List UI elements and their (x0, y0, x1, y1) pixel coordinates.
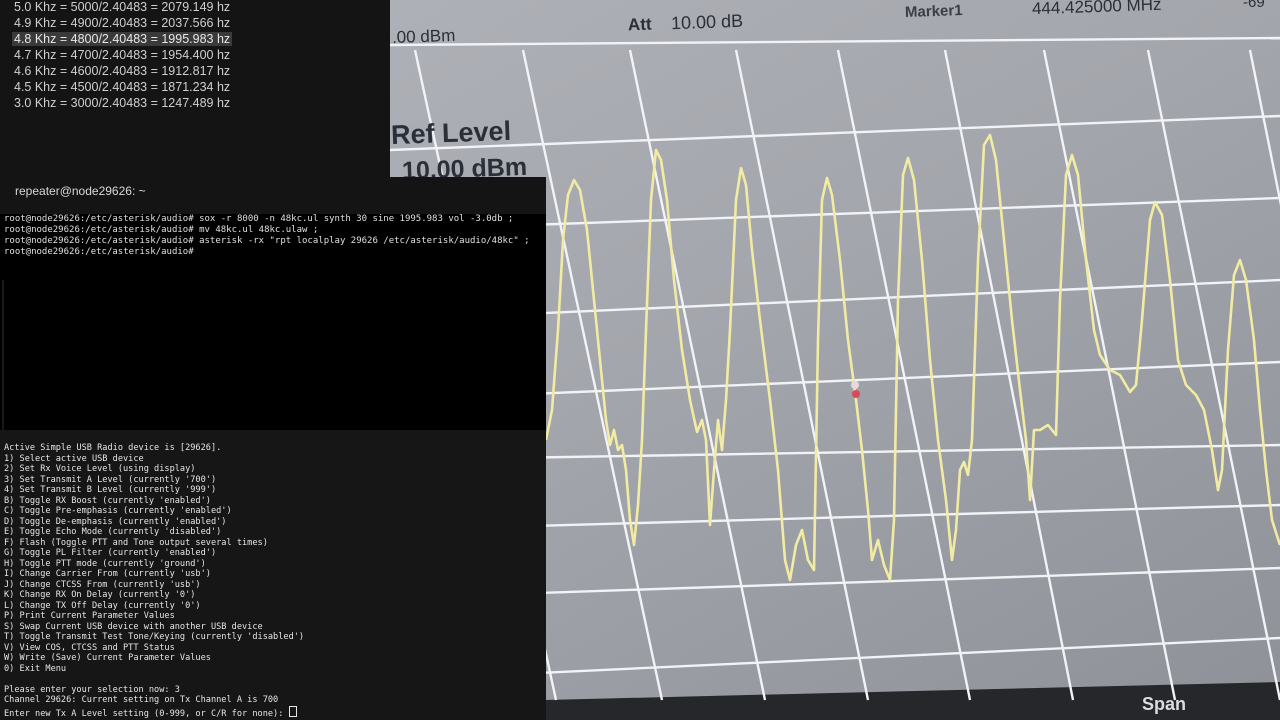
menu-item: W) Write (Save) Current Parameter Values (4, 653, 211, 663)
scope-top-left-value: .00 dBm (391, 25, 456, 48)
level-input-prompt: Enter new Tx A Level setting (0-999, or … (4, 708, 289, 719)
menu-item: 1) Select active USB device (4, 453, 144, 464)
freq-row: 3.0 Khz = 3000/2.40483 = 1247.489 hz (14, 96, 231, 110)
menu-item: 3) Set Transmit A Level (currently '700'… (4, 474, 217, 485)
scope-ref-level-label: Ref Level (390, 115, 512, 151)
channel-status: Channel 29626: Current setting on Tx Cha… (4, 695, 279, 705)
freq-row: 4.9 Khz = 4900/2.40483 = 2037.566 hz (14, 16, 231, 30)
menu-item: T) Toggle Transmit Test Tone/Keying (cur… (4, 632, 305, 642)
freq-row: 4.7 Khz = 4700/2.40483 = 1954.400 hz (14, 48, 231, 62)
menu-item: K) Change RX On Delay (currently '0') (4, 590, 196, 600)
terminal-title: repeater@node29626: ~ (15, 184, 146, 198)
freq-row: 4.6 Khz = 4600/2.40483 = 1912.817 hz (14, 64, 231, 78)
text-cursor[interactable] (288, 705, 297, 717)
scope-marker-label: Marker1 (904, 2, 963, 21)
menu-item: 0) Exit Menu (4, 663, 67, 674)
selection-prompt: Please enter your selection now: 3 (4, 684, 180, 695)
menu-item: L) Change TX Off Delay (currently '0') (4, 600, 201, 611)
menu-item: H) Toggle PTT mode (currently 'ground') (4, 558, 206, 569)
terminal-titlebar[interactable]: repeater@node29626: ~ (0, 177, 546, 214)
scope-att-label: Att (627, 14, 652, 35)
terminal-window[interactable]: repeater@node29626: ~ root@node29626:/et… (0, 177, 546, 430)
menu-item: V) View COS, CTCSS and PTT Status (4, 642, 175, 653)
menu-item: P) Print Current Parameter Values (4, 611, 175, 621)
menu-item: E) Toggle Echo Mode (currently 'disabled… (4, 527, 222, 537)
freq-row: 4.5 Khz = 4500/2.40483 = 1871.234 hz (14, 80, 231, 94)
terminal-prompt-line[interactable]: root@node29626:/etc/asterisk/audio# (4, 247, 199, 257)
frequency-table-panel: 5.0 Khz = 5000/2.40483 = 2079.149 hz 4.9… (0, 0, 390, 177)
scope-span-label: Span (1142, 694, 1187, 714)
menu-item: 2) Set Rx Voice Level (using display) (4, 464, 196, 474)
terminal-line: root@node29626:/etc/asterisk/audio# aste… (4, 236, 530, 246)
terminal-line: root@node29626:/etc/asterisk/audio# mv 4… (4, 225, 319, 235)
terminal-scroll-edge (2, 280, 4, 430)
menu-item: D) Toggle De-emphasis (currently 'enable… (4, 516, 227, 527)
menu-header: Active Simple USB Radio device is [29626… (4, 443, 222, 453)
freq-row: 5.0 Khz = 5000/2.40483 = 2079.149 hz (14, 0, 231, 14)
scope-corner-value: -69 (1243, 0, 1265, 11)
menu-item: C) Toggle Pre-emphasis (currently 'enabl… (4, 506, 232, 516)
freq-row-highlighted: 4.8 Khz = 4800/2.40483 = 1995.983 hz (12, 32, 233, 46)
menu-item: F) Flash (Toggle PTT and Tone output sev… (4, 537, 268, 548)
level-input-line[interactable]: Enter new Tx A Level setting (0-999, or … (4, 705, 297, 719)
scope-att-value: 10.00 dB (670, 10, 744, 34)
radio-tune-menu-console[interactable]: Active Simple USB Radio device is [29626… (0, 430, 546, 720)
menu-item: 4) Set Transmit B Level (currently '999'… (4, 485, 217, 495)
menu-item: I) Change Carrier From (currently 'usb') (4, 569, 211, 579)
terminal-line: root@node29626:/etc/asterisk/audio# sox … (4, 214, 514, 224)
menu-item: S) Swap Current USB device with another … (4, 621, 263, 632)
menu-item: J) Change CTCSS From (currently 'usb') (4, 579, 201, 590)
menu-item: G) Toggle PL Filter (currently 'enabled'… (4, 548, 217, 558)
menu-item: B) Toggle RX Boost (currently 'enabled') (4, 495, 211, 506)
